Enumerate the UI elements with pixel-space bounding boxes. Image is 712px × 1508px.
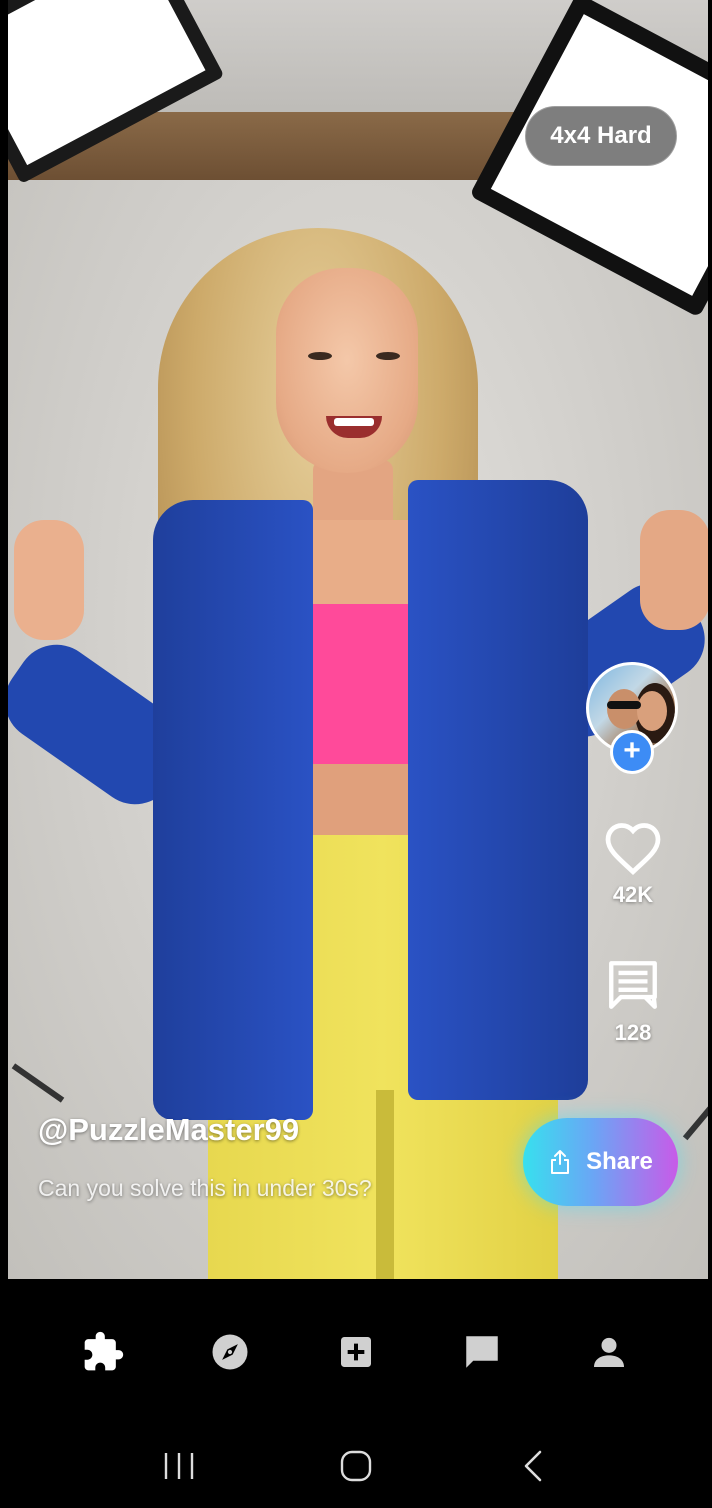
person-jacket-right [408, 480, 588, 1100]
nav-messages[interactable] [452, 1322, 512, 1382]
share-button[interactable]: Share [523, 1118, 678, 1206]
avatar-sunglasses [607, 701, 641, 709]
recents-icon [164, 1453, 193, 1479]
video-caption: Can you solve this in under 30s? [38, 1175, 372, 1201]
nav-create[interactable] [326, 1322, 386, 1382]
comment-button[interactable]: 128 [592, 956, 674, 1046]
system-navigation-bar [0, 1424, 712, 1508]
app-screen: 4x4 Hard + 42K 128 @PuzzleMaster99 Can y… [0, 0, 712, 1508]
comment-icon [609, 961, 657, 1009]
avatar-figure-2 [637, 691, 667, 731]
share-label: Share [586, 1148, 653, 1175]
comment-count: 128 [614, 1020, 652, 1045]
back-icon [525, 1450, 542, 1482]
home-button[interactable] [326, 1436, 386, 1496]
add-box-icon [340, 1336, 371, 1367]
recents-button[interactable] [149, 1436, 209, 1496]
bottom-navigation [0, 1279, 712, 1424]
avatar-figure-1 [607, 689, 641, 729]
person-jacket-left [153, 500, 313, 1120]
creator-avatar-group[interactable]: + [586, 662, 678, 774]
share-icon [551, 1150, 570, 1174]
difficulty-badge[interactable]: 4x4 Hard [525, 106, 677, 166]
puzzle-video[interactable] [8, 0, 708, 1279]
creator-username[interactable]: @PuzzleMaster99 [38, 1112, 299, 1148]
puzzle-icon [84, 1331, 124, 1370]
compass-icon [212, 1334, 248, 1369]
home-icon [340, 1450, 372, 1482]
chat-icon [466, 1335, 499, 1368]
person-icon [593, 1337, 624, 1367]
person-pants-seam [376, 1090, 394, 1279]
nav-profile[interactable] [579, 1322, 639, 1382]
person-eye-right [376, 352, 400, 360]
follow-button[interactable]: + [610, 730, 654, 774]
like-count: 42K [612, 882, 654, 907]
nav-puzzles[interactable] [73, 1322, 133, 1382]
nav-explore[interactable] [200, 1322, 260, 1382]
person-face [276, 268, 418, 473]
back-button[interactable] [503, 1436, 563, 1496]
person-hand-left [14, 520, 84, 640]
heart-icon [605, 823, 661, 875]
like-button[interactable]: 42K [592, 820, 674, 908]
person-eye-left [308, 352, 332, 360]
person-hand-right [640, 510, 708, 630]
